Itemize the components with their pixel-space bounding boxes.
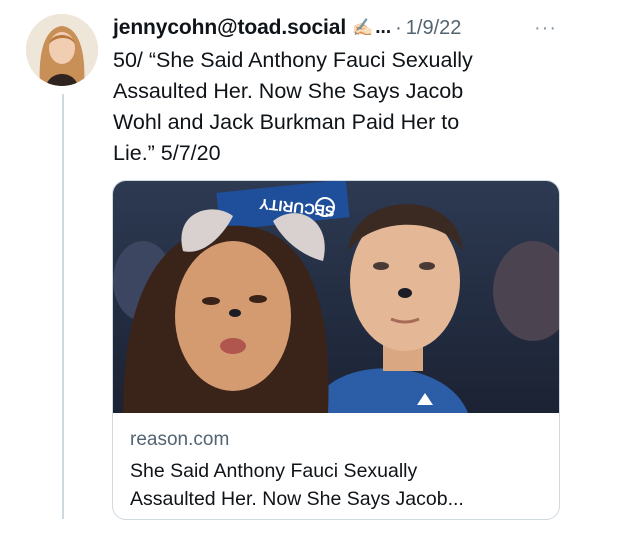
writing-hand-icon: ✍🏻 <box>352 18 374 37</box>
tweet-header: jennycohn@toad.social ✍🏻 ... · 1/9/22 ··… <box>113 11 615 45</box>
card-title-line: She Said Anthony Fauci Sexually <box>130 460 418 482</box>
tweet-text: 50/ “She Said Anthony Fauci Sexually Ass… <box>113 45 583 169</box>
card-title: She Said Anthony Fauci Sexually Assaulte… <box>130 457 550 513</box>
tweet-text-line: Wohl and Jack Burkman Paid Her to <box>113 110 460 134</box>
author-truncation: ... <box>375 17 392 38</box>
card-domain: reason.com <box>130 429 230 450</box>
avatar-photo <box>26 14 98 86</box>
card-title-line: Assaulted Her. Now She Says Jacob... <box>130 488 464 510</box>
tweet-text-line: Assaulted Her. Now She Says Jacob <box>113 79 464 103</box>
more-options-icon[interactable]: ··· <box>534 17 557 40</box>
link-card[interactable]: SECURITY reason.com She Said Anthony Fau… <box>112 180 560 520</box>
author-name[interactable]: jennycohn@toad.social <box>113 16 346 40</box>
tweet-date[interactable]: 1/9/22 <box>406 17 462 40</box>
thread-line <box>62 94 64 519</box>
date-separator: · <box>395 16 402 39</box>
card-photo: SECURITY <box>113 181 559 413</box>
tweet-text-line: 50/ “She Said Anthony Fauci Sexually <box>113 48 473 72</box>
card-image[interactable]: SECURITY <box>113 181 559 413</box>
avatar[interactable] <box>26 14 98 86</box>
tweet-text-line: Lie.” 5/7/20 <box>113 141 221 165</box>
